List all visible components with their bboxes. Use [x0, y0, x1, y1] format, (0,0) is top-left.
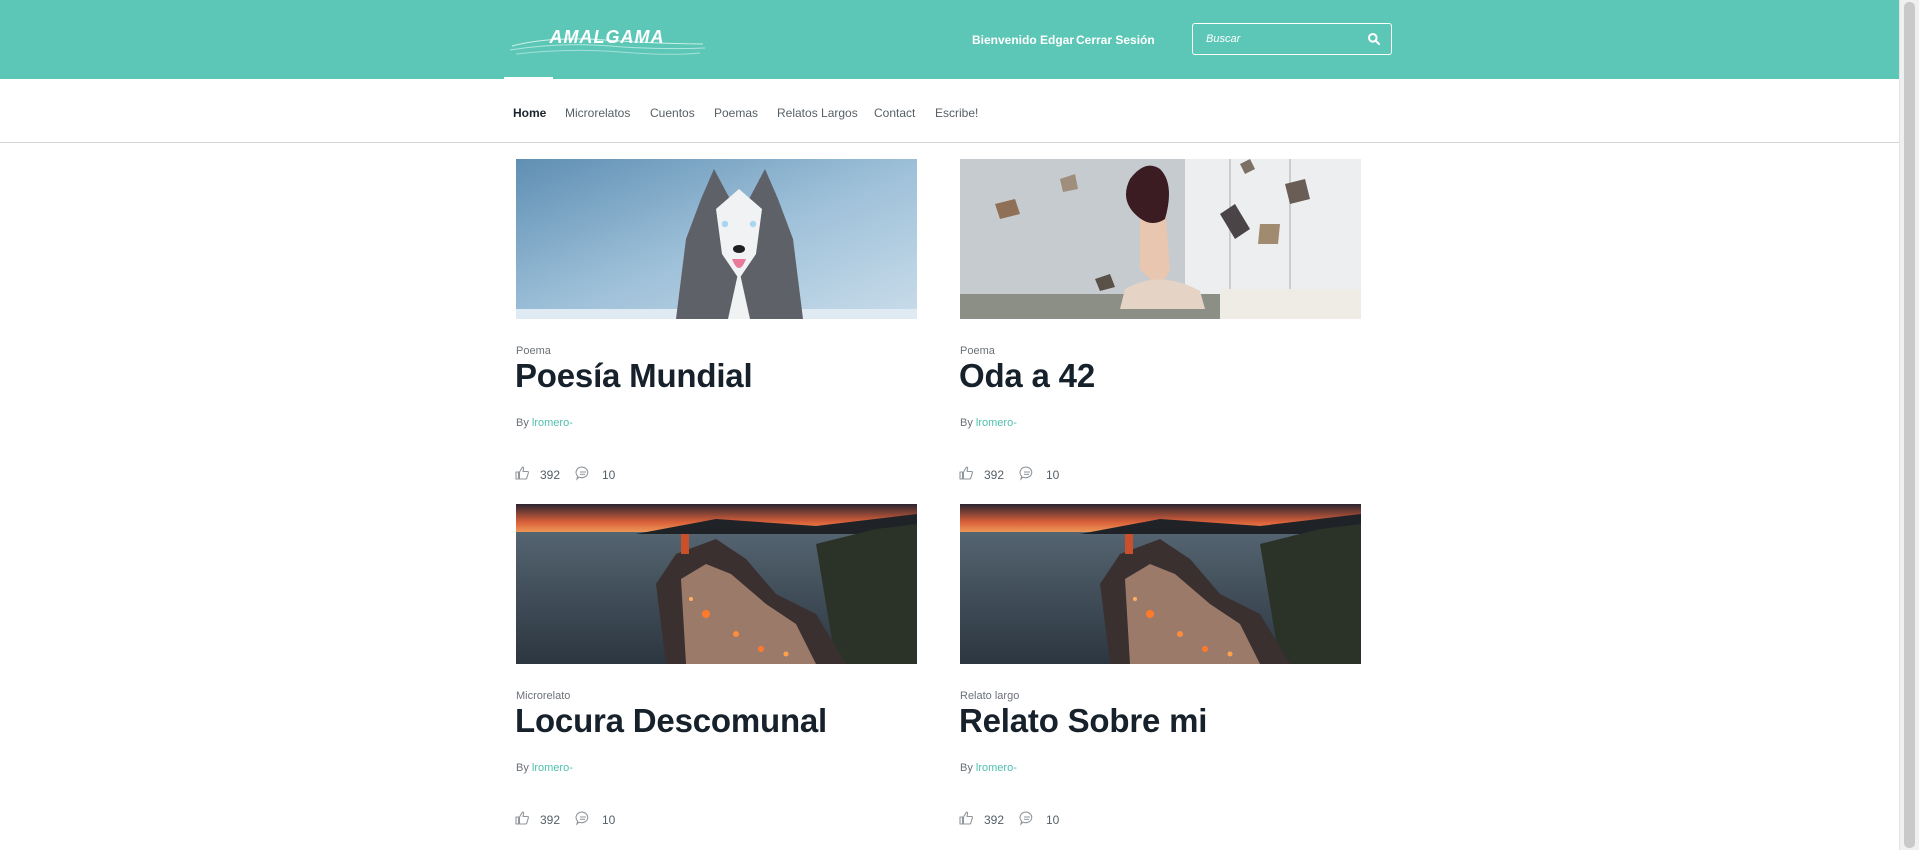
nav-item-poemas[interactable]: Poemas	[714, 106, 758, 120]
thumbs-up-icon[interactable]	[514, 465, 530, 481]
post-author-link[interactable]: lromero-	[976, 417, 1017, 429]
post-byline: By lromero-	[960, 762, 1017, 774]
welcome-message: Bienvenido Edgar	[972, 33, 1075, 47]
likes-count: 392	[540, 468, 561, 482]
post-author-link[interactable]: lromero-	[532, 417, 573, 429]
likes-count: 392	[984, 813, 1005, 827]
logout-link[interactable]: Cerrar Sesión	[1076, 33, 1155, 47]
comments-count: 10	[1046, 813, 1060, 827]
post-image-flying-books[interactable]	[960, 159, 1361, 319]
nav-item-microrelatos[interactable]: Microrelatos	[565, 106, 630, 120]
nav-active-indicator	[504, 77, 553, 80]
post-title[interactable]: Locura Descomunal	[515, 702, 827, 740]
post-title[interactable]: Poesía Mundial	[515, 357, 753, 395]
comment-icon[interactable]	[1019, 465, 1035, 481]
thumbs-up-icon[interactable]	[958, 810, 974, 826]
likes-count: 392	[540, 813, 561, 827]
scrollbar-thumb[interactable]	[1904, 2, 1915, 848]
search-box	[1192, 23, 1392, 55]
post-title[interactable]: Oda a 42	[959, 357, 1095, 395]
thumbs-up-icon[interactable]	[514, 810, 530, 826]
post-category: Microrelato	[516, 690, 571, 702]
post-category: Poema	[960, 345, 995, 357]
comments-count: 10	[602, 468, 616, 482]
post-byline: By lromero-	[516, 762, 573, 774]
search-icon[interactable]	[1367, 32, 1381, 46]
vertical-scrollbar[interactable]	[1899, 0, 1919, 850]
comments-count: 10	[602, 813, 616, 827]
post-category: Relato largo	[960, 690, 1020, 702]
post-image-husky[interactable]	[516, 159, 917, 319]
nav-item-cuentos[interactable]: Cuentos	[650, 106, 695, 120]
search-input[interactable]	[1194, 25, 1354, 53]
post-title[interactable]: Relato Sobre mi	[959, 702, 1207, 740]
nav-item-relatos-largos[interactable]: Relatos Largos	[777, 106, 858, 120]
post-byline: By lromero-	[516, 417, 573, 429]
comment-icon[interactable]	[575, 465, 591, 481]
site-logo[interactable]: AMALGAMA	[510, 22, 705, 58]
comment-icon[interactable]	[575, 810, 591, 826]
post-category: Poema	[516, 345, 551, 357]
post-author-link[interactable]: lromero-	[532, 762, 573, 774]
post-image-coastal-village[interactable]	[960, 504, 1361, 664]
post-image-coastal-village[interactable]	[516, 504, 917, 664]
nav-item-contact[interactable]: Contact	[874, 106, 915, 120]
nav-item-home[interactable]: Home	[513, 106, 546, 120]
logo-text: AMALGAMA	[549, 27, 665, 47]
site-header	[0, 0, 1899, 79]
nav-item-escribe[interactable]: Escribe!	[935, 106, 978, 120]
likes-count: 392	[984, 468, 1005, 482]
comments-count: 10	[1046, 468, 1060, 482]
post-byline: By lromero-	[960, 417, 1017, 429]
post-author-link[interactable]: lromero-	[976, 762, 1017, 774]
thumbs-up-icon[interactable]	[958, 465, 974, 481]
comment-icon[interactable]	[1019, 810, 1035, 826]
